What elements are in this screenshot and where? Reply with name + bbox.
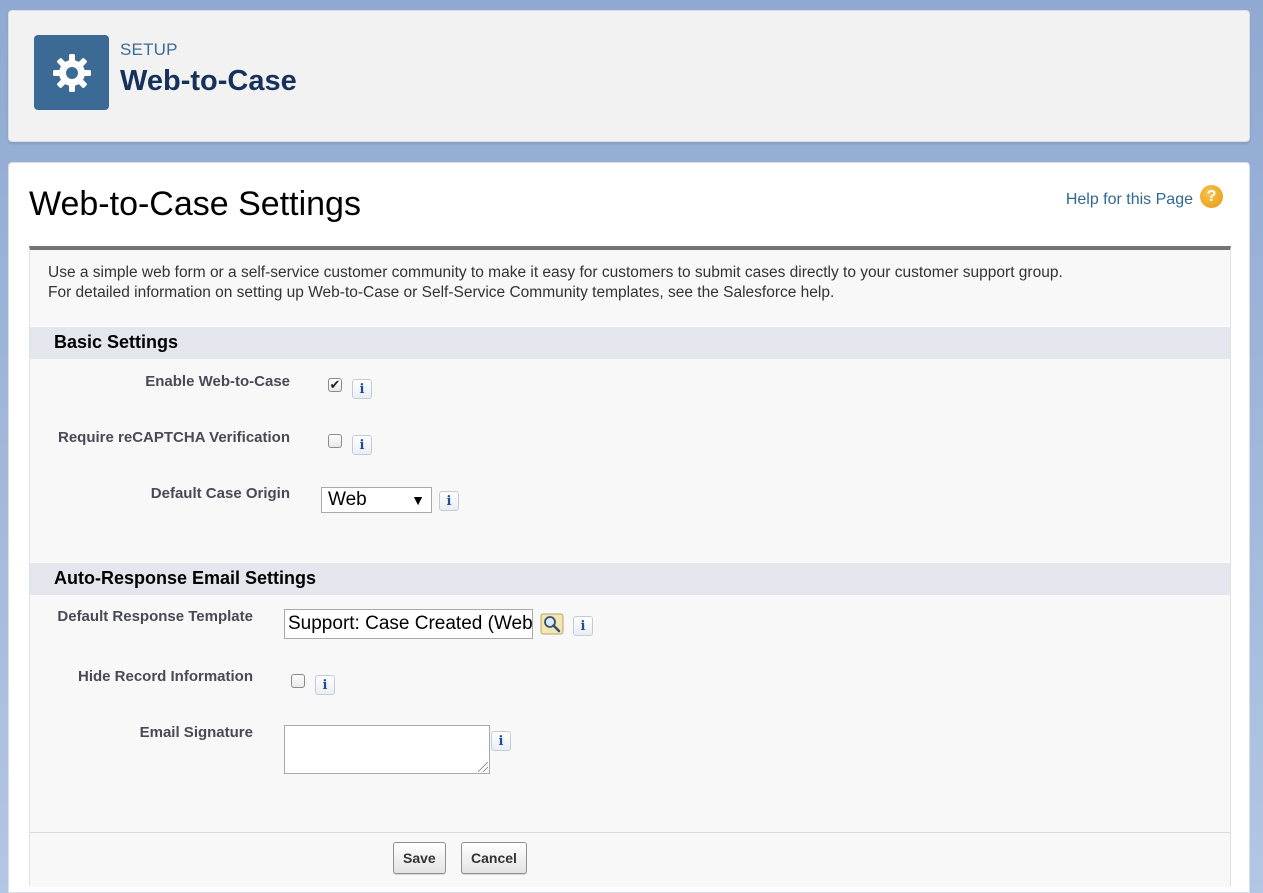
- page-title: Web-to-Case Settings: [29, 185, 361, 223]
- gear-icon: [34, 35, 109, 110]
- cancel-button[interactable]: Cancel: [461, 842, 527, 874]
- resize-grip-icon[interactable]: [478, 762, 488, 772]
- default-response-template-input[interactable]: Support: Case Created (Web: [284, 609, 533, 639]
- require-recaptcha-label: Require reCAPTCHA Verification: [58, 429, 290, 446]
- require-recaptcha-info-icon[interactable]: i: [352, 435, 372, 455]
- enable-web-to-case-label: Enable Web-to-Case: [145, 373, 290, 390]
- settings-block: Use a simple web form or a self-service …: [29, 246, 1231, 887]
- description-line-2: For detailed information on setting up W…: [48, 284, 835, 301]
- default-case-origin-info-icon[interactable]: i: [439, 491, 459, 511]
- email-signature-textarea[interactable]: [284, 725, 490, 774]
- email-signature-info-icon[interactable]: i: [491, 731, 511, 751]
- section-header-auto-response: Auto-Response Email Settings: [30, 562, 1230, 595]
- dropdown-arrow-icon: ▼: [411, 492, 425, 508]
- description-line-1: Use a simple web form or a self-service …: [48, 264, 1063, 281]
- default-case-origin-label: Default Case Origin: [150, 485, 290, 502]
- default-response-template-label: Default Response Template: [57, 608, 253, 625]
- help-for-this-page-link[interactable]: Help for this Page: [1066, 191, 1193, 209]
- email-signature-label: Email Signature: [139, 724, 253, 741]
- setup-title: Web-to-Case: [120, 65, 297, 97]
- lookup-magnifier-icon[interactable]: [540, 613, 564, 635]
- setup-label: SETUP: [120, 40, 178, 59]
- hide-record-information-checkbox[interactable]: [291, 674, 305, 688]
- button-bar: Save Cancel: [30, 832, 1230, 887]
- default-case-origin-value: Web: [328, 489, 367, 510]
- hide-record-information-label: Hide Record Information: [77, 668, 253, 685]
- default-case-origin-select[interactable]: Web ▼: [321, 487, 432, 513]
- default-response-template-info-icon[interactable]: i: [573, 616, 593, 636]
- section-header-basic-settings: Basic Settings: [30, 326, 1230, 359]
- enable-web-to-case-info-icon[interactable]: i: [352, 379, 372, 399]
- page-description: Use a simple web form or a self-service …: [48, 263, 1063, 303]
- help-icon[interactable]: ?: [1200, 185, 1223, 208]
- save-button[interactable]: Save: [393, 842, 446, 874]
- hide-record-information-info-icon[interactable]: i: [315, 675, 335, 695]
- settings-page: Web-to-Case Settings Help for this Page …: [8, 162, 1250, 893]
- require-recaptcha-checkbox[interactable]: [328, 434, 342, 448]
- setup-header: SETUP Web-to-Case: [8, 10, 1250, 142]
- enable-web-to-case-checkbox[interactable]: ✔: [328, 377, 342, 392]
